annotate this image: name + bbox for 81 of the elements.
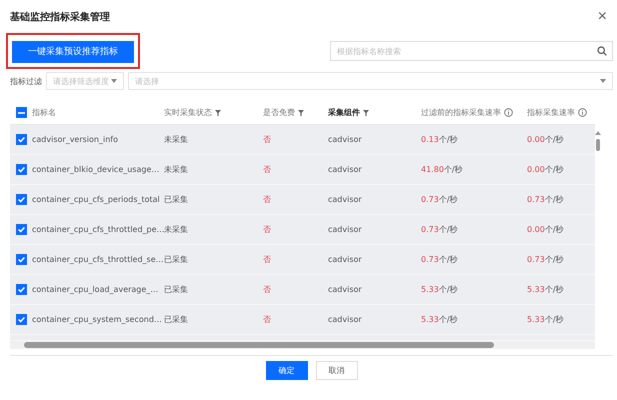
check-icon xyxy=(17,195,26,204)
collect-rate: 0.73个/秒 xyxy=(527,254,565,265)
component-name: cadvisor xyxy=(328,315,363,324)
caret-icon xyxy=(111,79,117,83)
collect-status: 已采集 xyxy=(164,194,189,205)
metric-name: container_blkio_device_usage… xyxy=(32,165,160,174)
info-icon[interactable] xyxy=(578,108,587,117)
column-header: 指标名 xyxy=(32,107,57,118)
preset-collect-button[interactable]: 一键采集预设推荐指标 xyxy=(12,40,134,63)
free-value: 否 xyxy=(263,134,272,145)
dash-icon xyxy=(18,112,25,114)
component-name: cadvisor xyxy=(328,135,363,144)
rate-before-filter: 5.33个/秒 xyxy=(421,314,459,325)
free-value: 否 xyxy=(263,314,272,325)
free-value: 否 xyxy=(263,284,272,295)
column-header: 是否免费 xyxy=(263,107,328,118)
collect-rate: 5.33个/秒 xyxy=(527,284,565,295)
metric-name: container_cpu_load_average_… xyxy=(32,285,160,294)
rate-before-filter: 0.13个/秒 xyxy=(421,134,459,145)
component-name: cadvisor xyxy=(328,225,363,234)
row-checkbox[interactable] xyxy=(16,314,27,325)
filter-icon[interactable] xyxy=(298,110,304,116)
check-icon xyxy=(17,225,26,234)
close-button[interactable]: × xyxy=(598,9,607,25)
up-arrow-icon[interactable] xyxy=(595,131,601,135)
row-checkbox[interactable] xyxy=(16,194,27,205)
metric-name: container_cpu_system_second… xyxy=(32,315,163,324)
collect-status: 未采集 xyxy=(164,224,189,235)
row-checkbox[interactable] xyxy=(16,134,27,145)
filter-icon[interactable] xyxy=(215,110,221,116)
rate-before-filter: 0.73个/秒 xyxy=(421,194,459,205)
rate-before-filter: 0.73个/秒 xyxy=(421,224,459,235)
dialog-title: 基础监控指标采集管理 xyxy=(10,10,110,24)
metric-name: container_cpu_cfs_throttled_pe… xyxy=(32,225,164,234)
filter-icon[interactable] xyxy=(363,110,369,116)
search-icon[interactable] xyxy=(597,46,607,56)
free-value: 否 xyxy=(263,224,272,235)
row-checkbox[interactable] xyxy=(16,284,27,295)
collect-status: 未采集 xyxy=(164,164,189,175)
rate-before-filter: 5.33个/秒 xyxy=(421,284,459,295)
free-value: 否 xyxy=(263,194,272,205)
row-checkbox[interactable] xyxy=(16,254,27,265)
component-name: cadvisor xyxy=(328,255,363,264)
horizontal-scrollbar[interactable] xyxy=(10,341,595,349)
component-name: cadvisor xyxy=(328,165,363,174)
collect-rate: 5.33个/秒 xyxy=(527,314,565,325)
metric-name: cadvisor_version_info xyxy=(32,135,119,144)
row-checkbox[interactable] xyxy=(16,224,27,235)
collect-rate: 0.00个/秒 xyxy=(527,134,565,145)
search-field[interactable]: 根据指标名称搜索 xyxy=(330,41,613,61)
column-header: 指标采集速率 xyxy=(527,107,595,118)
collect-rate: 0.00个/秒 xyxy=(527,164,565,175)
check-icon xyxy=(17,285,26,294)
collect-status: 已采集 xyxy=(164,284,189,295)
metric-name: container_cpu_cfs_periods_total xyxy=(32,195,161,204)
select-all-checkbox[interactable] xyxy=(16,107,27,118)
check-icon xyxy=(17,165,26,174)
info-icon[interactable] xyxy=(504,108,513,117)
free-value: 否 xyxy=(263,164,272,175)
cancel-button[interactable]: 取消 xyxy=(316,360,358,380)
rate-before-filter: 41.80个/秒 xyxy=(421,164,464,175)
collect-rate: 0.00个/秒 xyxy=(527,224,565,235)
filter-label: 指标过滤 xyxy=(10,76,42,86)
free-value: 否 xyxy=(263,254,272,265)
column-header: 实时采集状态 xyxy=(164,107,263,118)
check-icon xyxy=(17,135,26,144)
column-header: 采集组件 xyxy=(328,107,421,118)
collect-status: 未采集 xyxy=(164,134,189,145)
caret-icon xyxy=(600,79,606,83)
check-icon xyxy=(17,315,26,324)
confirm-button[interactable]: 确定 xyxy=(266,360,308,380)
component-name: cadvisor xyxy=(328,285,363,294)
rate-before-filter: 0.73个/秒 xyxy=(421,254,459,265)
collect-status: 已采集 xyxy=(164,314,189,325)
row-checkbox[interactable] xyxy=(16,164,27,175)
column-header: 过滤前的指标采集速率 xyxy=(421,107,527,118)
collect-status: 已采集 xyxy=(164,254,189,265)
metric-name: container_cpu_cfs_throttled_se… xyxy=(32,255,164,264)
collect-rate: 0.73个/秒 xyxy=(527,194,565,205)
component-name: cadvisor xyxy=(328,195,363,204)
check-icon xyxy=(17,255,26,264)
